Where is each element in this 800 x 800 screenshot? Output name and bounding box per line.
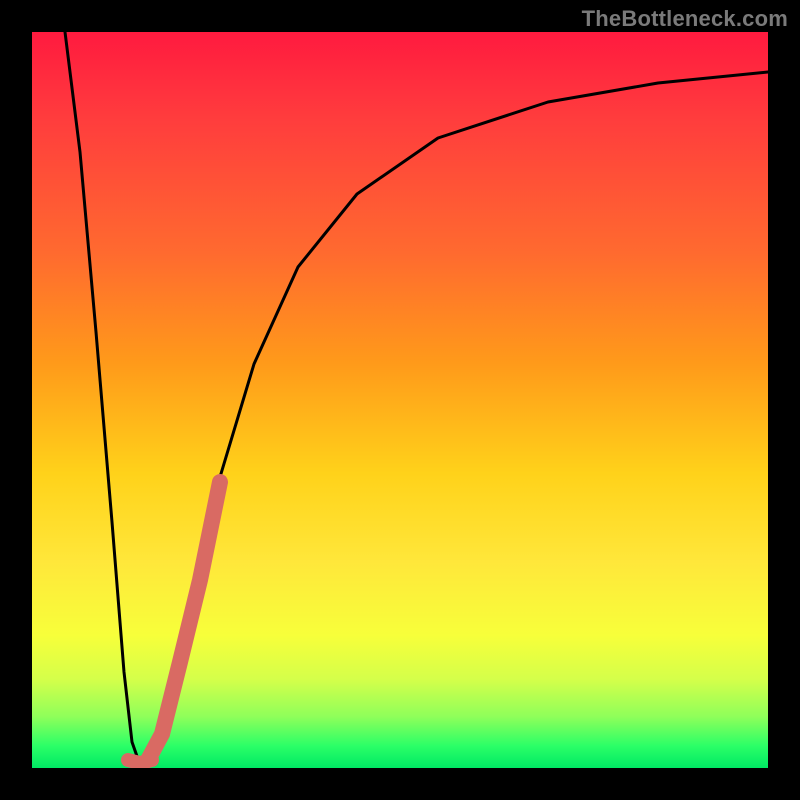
chart-frame: TheBottleneck.com [0,0,800,800]
plot-area [32,32,768,768]
watermark-text: TheBottleneck.com [582,6,788,32]
bottleneck-curve [65,32,768,762]
highlight-segment [148,482,220,760]
min-marker [128,760,152,763]
chart-svg [32,32,768,768]
